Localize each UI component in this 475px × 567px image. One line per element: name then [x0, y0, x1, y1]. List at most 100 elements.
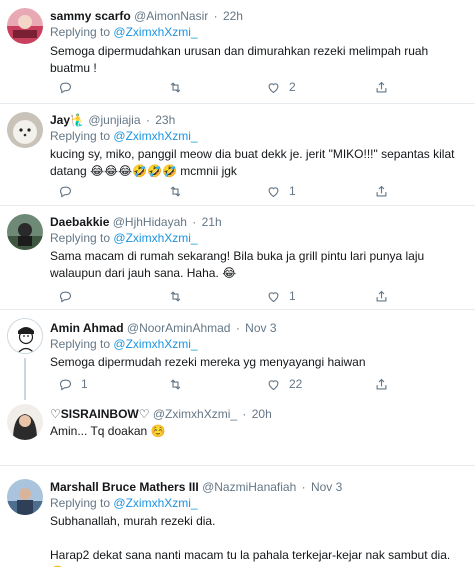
replying-to-label: Replying to [50, 337, 111, 351]
tweet[interactable]: Marshall Bruce Mathers III @NazmiHanafia… [0, 466, 475, 567]
user-handle[interactable]: @ZximxhXzmi_ [153, 407, 237, 421]
display-name[interactable]: sammy scarfo [50, 9, 131, 23]
like-count: 2 [289, 80, 296, 94]
like-button[interactable]: 22 [266, 375, 302, 393]
tweet-actions: 1 22 [50, 375, 450, 393]
display-name[interactable]: Jay🧜‍♂️ [50, 113, 85, 127]
separator-dot: · [192, 215, 197, 229]
tweet-header: Daebakkie @HjhHidayah · 21h [50, 214, 222, 230]
tweet[interactable]: Jay🧜‍♂️ @junjiajia · 23h Replying to @Zx… [0, 104, 475, 206]
tweet-text-line: kucing sy, miko, panggil meow dia buat d… [50, 147, 455, 161]
tweet-header: Amin Ahmad @NoorAminAhmad · Nov 3 [50, 320, 277, 336]
user-handle[interactable]: @AimonNasir [134, 9, 208, 23]
timestamp[interactable]: 22h [223, 9, 243, 23]
reply-button[interactable] [58, 78, 81, 96]
replying-to: Replying to @ZximxhXzmi_ [50, 128, 198, 144]
replying-to: Replying to @ZximxhXzmi_ [50, 24, 198, 40]
display-name[interactable]: ♡SISRAINBOW♡ [50, 407, 150, 421]
tweet-text: kucing sy, miko, panggil meow dia buat d… [50, 146, 460, 180]
reply-icon [58, 377, 73, 392]
avatar[interactable] [7, 404, 43, 440]
reply-button[interactable] [58, 287, 81, 305]
reply-feed: sammy scarfo @AimonNasir · 22h Replying … [0, 0, 475, 567]
share-icon [374, 377, 389, 392]
tweet-header: ♡SISRAINBOW♡ @ZximxhXzmi_ · 20h [50, 406, 272, 422]
tweet-text: Amin... Tq doakan ☺️ [50, 423, 460, 440]
reply-icon [58, 289, 73, 304]
like-count: 1 [289, 184, 296, 198]
tweet-text-line: buatmu ! [50, 61, 97, 75]
timestamp[interactable]: 21h [202, 215, 222, 229]
avatar[interactable] [7, 479, 43, 515]
share-button[interactable] [374, 375, 389, 393]
separator-dot: · [242, 407, 247, 421]
avatar[interactable] [7, 112, 43, 148]
reply-mention-link[interactable]: @ZximxhXzmi_ [113, 129, 197, 143]
tweet-text-line: walaupun dari jauh sana. Haha. 😂 [50, 266, 237, 280]
reply-mention-link[interactable]: @ZximxhXzmi_ [113, 231, 197, 245]
avatar[interactable] [7, 8, 43, 44]
thread-connector [24, 358, 26, 400]
avatar[interactable] [7, 214, 43, 250]
tweet-actions: 2 [50, 78, 450, 96]
replying-to-label: Replying to [50, 496, 111, 510]
tweet-text-line: Sama macam di rumah sekarang! Bila buka … [50, 249, 425, 263]
reply-icon [58, 80, 73, 95]
reply-mention-link[interactable]: @ZximxhXzmi_ [113, 337, 197, 351]
retweet-button[interactable] [168, 375, 191, 393]
replying-to-label: Replying to [50, 129, 111, 143]
tweet-text-blank-line [50, 530, 460, 547]
like-button[interactable]: 1 [266, 287, 296, 305]
timestamp[interactable]: 20h [252, 407, 272, 421]
retweet-icon [168, 377, 183, 392]
retweet-button[interactable] [168, 182, 191, 200]
share-button[interactable] [374, 182, 389, 200]
tweet-text: Sama macam di rumah sekarang! Bila buka … [50, 248, 460, 282]
reply-mention-link[interactable]: @ZximxhXzmi_ [113, 496, 197, 510]
tweet-text-line: Amin... Tq doakan ☺️ [50, 424, 166, 438]
tweet[interactable]: ♡SISRAINBOW♡ @ZximxhXzmi_ · 20h Amin... … [0, 398, 475, 466]
tweet-actions: 1 [50, 287, 450, 305]
display-name[interactable]: Daebakkie [50, 215, 109, 229]
replying-to: Replying to @ZximxhXzmi_ [50, 495, 198, 511]
like-button[interactable]: 2 [266, 78, 296, 96]
retweet-button[interactable] [168, 78, 191, 96]
retweet-icon [168, 80, 183, 95]
tweet-text: Semoga dipermudah rezeki mereka yg menya… [50, 354, 460, 371]
tweet[interactable]: Amin Ahmad @NoorAminAhmad · Nov 3 Replyi… [0, 310, 475, 400]
tweet-text: Semoga dipermudahkan urusan dan dimurahk… [50, 43, 460, 77]
timestamp[interactable]: 23h [155, 113, 175, 127]
retweet-icon [168, 289, 183, 304]
tweet-text-line: Semoga dipermudah rezeki mereka yg menya… [50, 355, 366, 369]
avatar[interactable] [7, 318, 43, 354]
tweet-text-line: Harap2 dekat sana nanti macam tu la paha… [50, 548, 451, 567]
heart-icon [266, 80, 281, 95]
user-handle[interactable]: @HjhHidayah [113, 215, 187, 229]
display-name[interactable]: Marshall Bruce Mathers III [50, 480, 199, 494]
reply-button[interactable] [58, 182, 81, 200]
heart-icon [266, 184, 281, 199]
tweet[interactable]: Daebakkie @HjhHidayah · 21h Replying to … [0, 206, 475, 310]
display-name[interactable]: Amin Ahmad [50, 321, 124, 335]
user-handle[interactable]: @NazmiHanafiah [202, 480, 296, 494]
reply-button[interactable]: 1 [58, 375, 88, 393]
tweet[interactable]: sammy scarfo @AimonNasir · 22h Replying … [0, 0, 475, 104]
share-button[interactable] [374, 78, 389, 96]
share-button[interactable] [374, 287, 389, 305]
like-button[interactable]: 1 [266, 182, 296, 200]
like-count: 22 [289, 377, 303, 391]
reply-mention-link[interactable]: @ZximxhXzmi_ [113, 25, 197, 39]
share-icon [374, 289, 389, 304]
tweet-header: sammy scarfo @AimonNasir · 22h [50, 8, 243, 24]
timestamp[interactable]: Nov 3 [245, 321, 276, 335]
timestamp[interactable]: Nov 3 [311, 480, 342, 494]
user-handle[interactable]: @NoorAminAhmad [127, 321, 231, 335]
like-count: 1 [289, 289, 296, 303]
retweet-button[interactable] [168, 287, 191, 305]
user-handle[interactable]: @junjiajia [88, 113, 140, 127]
tweet-text-line: Semoga dipermudahkan urusan dan dimurahk… [50, 44, 429, 58]
replying-to-label: Replying to [50, 25, 111, 39]
share-icon [374, 184, 389, 199]
tweet-header: Marshall Bruce Mathers III @NazmiHanafia… [50, 479, 342, 495]
tweet-text-line: Subhanallah, murah rezeki dia. [50, 514, 216, 528]
